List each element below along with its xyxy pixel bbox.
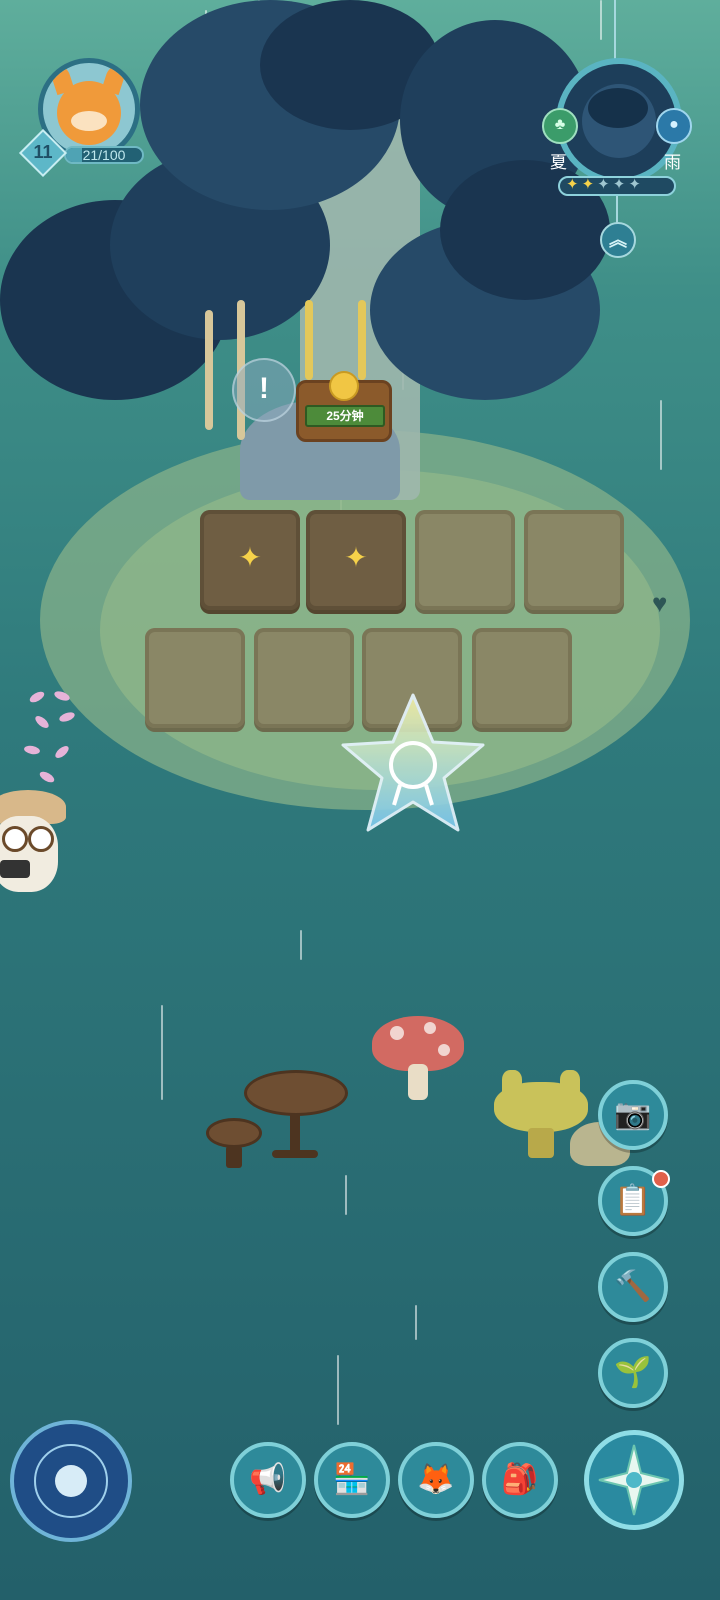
notification-dot [652,1170,670,1188]
star-empty-icon: ✦ [628,176,644,193]
exp-text: 21/100 [82,147,126,163]
rain-streak [600,0,602,40]
rain-streak [415,1305,417,1340]
star-filled-icon: ✦ [566,176,582,193]
planting-button[interactable]: 🌱 [598,1338,668,1408]
hammer-icon: 🔨 [614,1270,652,1303]
shop-icon: 🏪 [333,1463,371,1496]
leaf-icon: ♥ [652,588,668,618]
farm-plot[interactable]: ✦ [306,510,406,610]
wooden-stool-decor [206,1118,262,1172]
friends-button[interactable]: 🦊 [398,1442,474,1518]
farm-plot[interactable]: ✦ [200,510,300,610]
clipboard-icon: 📋 [614,1184,652,1217]
coin-icon [329,371,359,401]
raindrop-icon: ● [656,108,692,144]
star-empty-icon: ✦ [597,176,613,193]
star-filled-icon: ✦ [581,176,598,193]
rain-streak [161,1005,163,1100]
season-label: 夏 [550,153,567,173]
compass-wheel-icon [55,1465,87,1497]
plot-timer-sign[interactable]: 25分钟 [296,371,392,442]
farm-plot[interactable] [524,510,624,610]
farm-plot[interactable] [145,628,245,728]
dial-connector [616,196,618,224]
weather-label: 雨 [664,153,681,173]
rain-streak [337,1355,339,1425]
megaphone-icon: 📢 [249,1463,287,1496]
sprout-icon: ✦ [344,542,368,573]
camera-icon: 📷 [614,1098,652,1131]
rain-streak [300,930,302,960]
quest-alert-icon[interactable]: ! [232,358,296,422]
farm-plot[interactable] [415,510,515,610]
dial-hanger [614,0,616,62]
star-empty-icon: ✦ [612,176,629,193]
weather-star-rating: ✦✦✦✦✦ [558,176,676,196]
expand-up-icon[interactable]: ︽ [600,222,636,258]
fox-friend-icon: 🦊 [417,1463,455,1496]
backpack-button[interactable]: 🎒 [482,1442,558,1518]
owl-explorer-npc[interactable] [0,790,70,900]
backpack-icon: 🎒 [501,1463,539,1496]
build-button[interactable]: 🔨 [598,1252,668,1322]
sprout-icon: ✦ [238,542,262,573]
sprout-icon: 🌱 [614,1356,652,1389]
compass-star-icon [598,1444,670,1516]
announcement-button[interactable]: 📢 [230,1442,306,1518]
rain-streak [660,400,662,470]
star-map-button[interactable] [10,1420,132,1542]
star-portal-icon[interactable] [338,690,488,840]
tree-season-icon: ♣ [542,108,578,144]
level-text: 11 [33,142,53,162]
rain-streak [345,1175,347,1215]
camera-button[interactable]: 📷 [598,1080,668,1150]
timer-label: 25分钟 [305,405,385,427]
explore-button[interactable] [584,1430,684,1530]
petal-cluster [23,688,79,798]
shop-button[interactable]: 🏪 [314,1442,390,1518]
exp-bar: 21/100 [64,146,144,164]
mushroom-decor [372,1016,467,1106]
